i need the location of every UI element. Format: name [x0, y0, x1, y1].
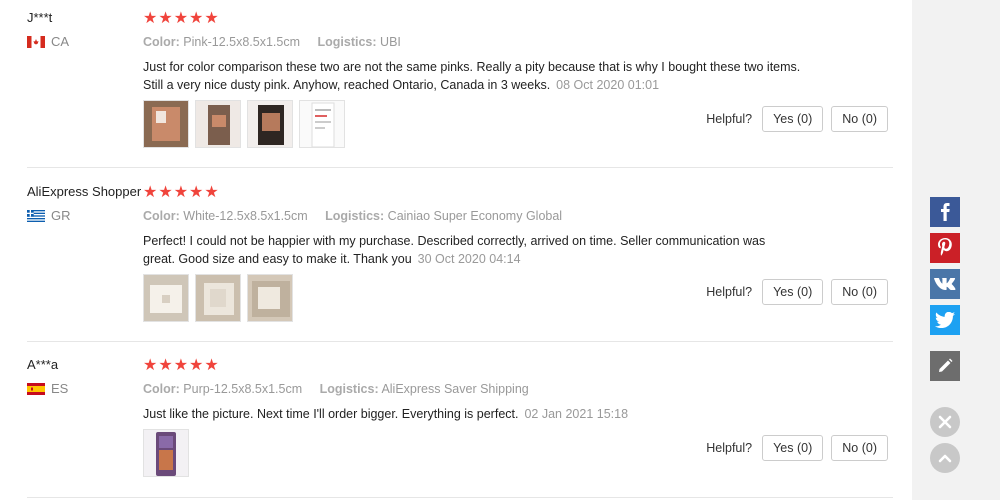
facebook-share-button[interactable]	[930, 197, 960, 227]
close-float-button[interactable]	[930, 407, 960, 437]
spain-flag-icon	[27, 383, 45, 395]
vote-yes-button[interactable]: Yes (0)	[762, 106, 824, 132]
star-rating: ★★★★★	[143, 184, 220, 201]
twitter-share-button[interactable]	[930, 305, 960, 335]
reviewer-name: AliExpress Shopper	[27, 184, 142, 199]
review-text: Perfect! I could not be happier with my …	[143, 232, 783, 268]
review-date: 02 Jan 2021 15:18	[524, 407, 629, 421]
helpful-label: Helpful?	[706, 441, 753, 455]
review-photos	[143, 429, 189, 477]
review-body: Just for color comparison these two are …	[143, 60, 801, 92]
country-code: ES	[51, 381, 69, 396]
review-date: 08 Oct 2020 01:01	[556, 78, 660, 92]
pinterest-icon	[938, 238, 952, 256]
helpful-label: Helpful?	[706, 285, 753, 299]
chevron-up-icon	[938, 454, 952, 463]
vote-no-button[interactable]: No (0)	[831, 106, 888, 132]
review-item: J***t CA ★★★★★ Color: Pink-12.5x8.5x1.5c…	[27, 8, 893, 168]
color-value: Purp-12.5x8.5x1.5cm	[183, 382, 303, 396]
logistics-label: Logistics:	[317, 35, 377, 49]
close-icon	[938, 415, 952, 429]
facebook-icon	[941, 203, 950, 221]
color-label: Color:	[143, 209, 180, 223]
review-meta: Color: Purp-12.5x8.5x1.5cm Logistics: Al…	[143, 382, 543, 396]
review-photos	[143, 100, 345, 148]
review-photo[interactable]	[143, 100, 189, 148]
review-item: AliExpress Shopper GR ★★★★★ Color: White…	[27, 182, 893, 342]
helpful-votes: Helpful? Yes (0) No (0)	[706, 106, 888, 132]
reviews-panel: J***t CA ★★★★★ Color: Pink-12.5x8.5x1.5c…	[0, 0, 912, 500]
pinterest-share-button[interactable]	[930, 233, 960, 263]
review-meta: Color: White-12.5x8.5x1.5cm Logistics: C…	[143, 209, 576, 223]
vk-share-button[interactable]	[930, 269, 960, 299]
color-value: White-12.5x8.5x1.5cm	[183, 209, 308, 223]
country-code: GR	[51, 208, 71, 223]
review-text: Just for color comparison these two are …	[143, 58, 813, 94]
country-code: CA	[51, 34, 70, 49]
back-to-top-button[interactable]	[930, 443, 960, 473]
color-label: Color:	[143, 35, 180, 49]
review-photo[interactable]	[143, 429, 189, 477]
review-meta: Color: Pink-12.5x8.5x1.5cm Logistics: UB…	[143, 35, 415, 49]
logistics-value: AliExpress Saver Shipping	[381, 382, 529, 396]
vk-icon	[934, 278, 956, 290]
review-photo[interactable]	[195, 274, 241, 322]
edit-icon	[939, 358, 953, 372]
color-value: Pink-12.5x8.5x1.5cm	[183, 35, 301, 49]
helpful-votes: Helpful? Yes (0) No (0)	[706, 435, 888, 461]
vote-no-button[interactable]: No (0)	[831, 435, 888, 461]
review-photo[interactable]	[143, 274, 189, 322]
logistics-label: Logistics:	[319, 382, 379, 396]
review-photos	[143, 274, 293, 322]
review-photo[interactable]	[247, 100, 293, 148]
review-photo[interactable]	[299, 100, 345, 148]
review-date: 30 Oct 2020 04:14	[417, 252, 521, 266]
review-photo[interactable]	[247, 274, 293, 322]
canada-flag-icon	[27, 36, 45, 48]
greece-flag-icon	[27, 210, 45, 222]
helpful-label: Helpful?	[706, 112, 753, 126]
helpful-votes: Helpful? Yes (0) No (0)	[706, 279, 888, 305]
review-body: Just like the picture. Next time I'll or…	[143, 407, 519, 421]
color-label: Color:	[143, 382, 180, 396]
twitter-icon	[935, 312, 955, 328]
reviewer-name: A***a	[27, 357, 59, 372]
review-text: Just like the picture. Next time I'll or…	[143, 405, 813, 423]
logistics-label: Logistics:	[325, 209, 385, 223]
star-rating: ★★★★★	[143, 10, 220, 27]
reviewer-name: J***t	[27, 10, 53, 25]
vote-no-button[interactable]: No (0)	[831, 279, 888, 305]
review-item: A***a ES ★★★★★ Color: Purp-12.5x8.5x1.5c…	[27, 355, 893, 498]
vote-yes-button[interactable]: Yes (0)	[762, 435, 824, 461]
logistics-value: UBI	[380, 35, 401, 49]
vote-yes-button[interactable]: Yes (0)	[762, 279, 824, 305]
logistics-value: Cainiao Super Economy Global	[387, 209, 563, 223]
review-photo[interactable]	[195, 100, 241, 148]
write-review-button[interactable]	[930, 351, 960, 381]
star-rating: ★★★★★	[143, 357, 220, 374]
